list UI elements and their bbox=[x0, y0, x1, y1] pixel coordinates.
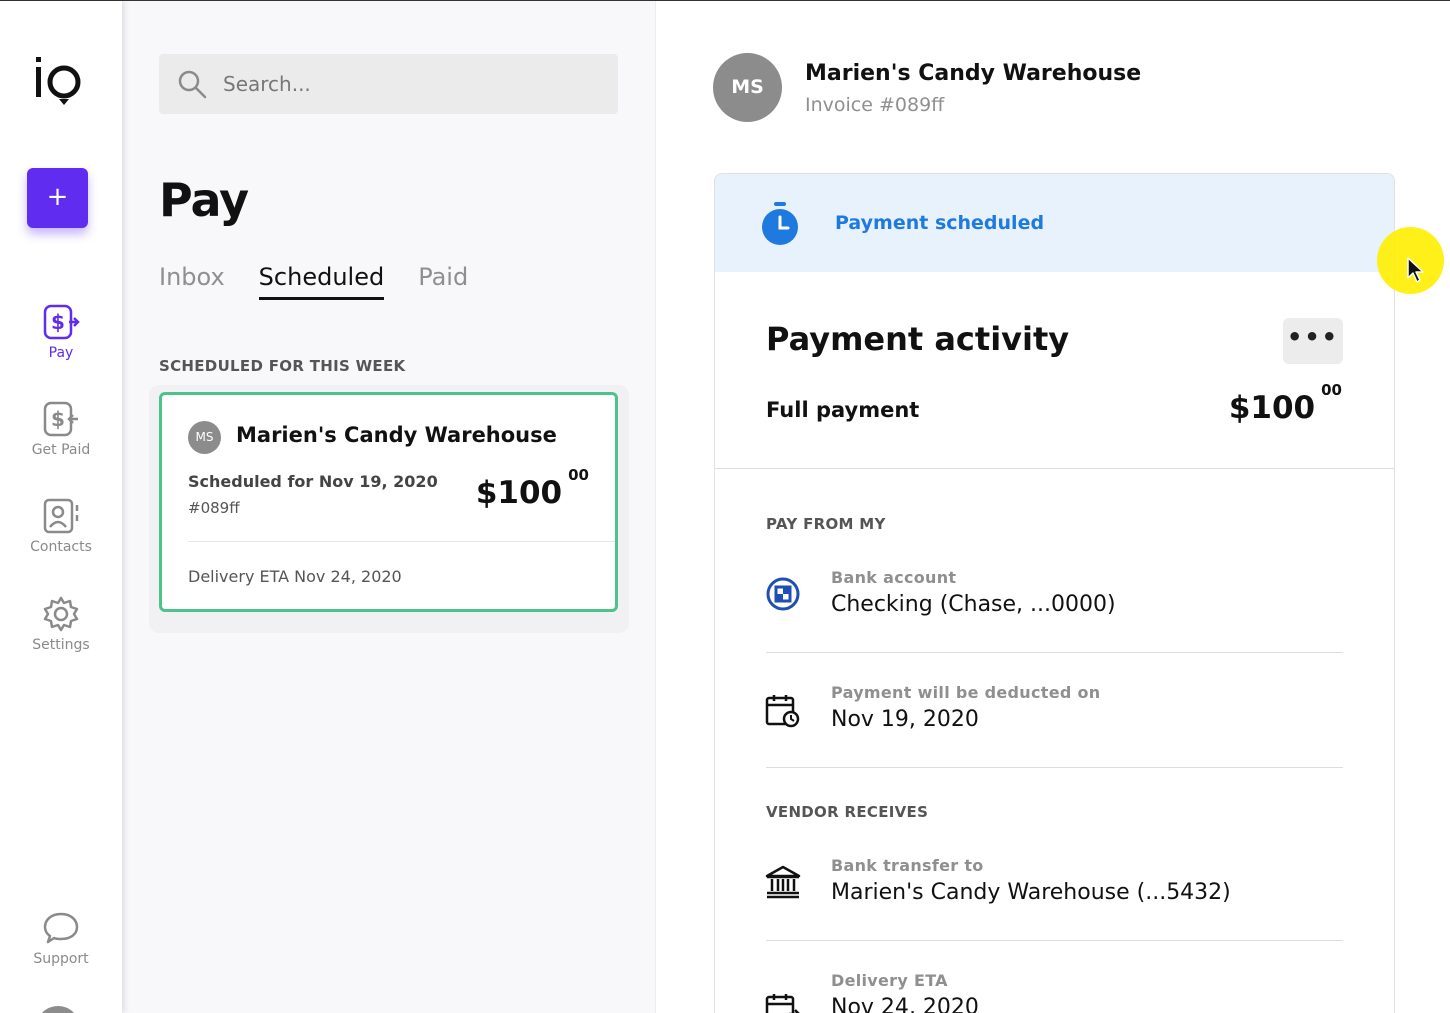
sidebar-item-pay[interactable]: $ Pay bbox=[0, 303, 122, 361]
vendor-receives-heading: VENDOR RECEIVES bbox=[766, 803, 929, 821]
gear-icon bbox=[43, 596, 79, 632]
card-amount-cents: 00 bbox=[568, 465, 589, 484]
card-amount-main: $100 bbox=[475, 475, 563, 511]
mouse-pointer-icon bbox=[1407, 257, 1424, 283]
tab-inbox[interactable]: Inbox bbox=[159, 263, 225, 300]
deduction-date-value: Nov 19, 2020 bbox=[831, 707, 979, 732]
payment-amount-cents: 00 bbox=[1321, 380, 1342, 399]
card-delivery-eta: Delivery ETA Nov 24, 2020 bbox=[188, 567, 402, 586]
scheduled-payment-card[interactable]: MS Marien's Candy Warehouse Scheduled fo… bbox=[159, 392, 618, 612]
search-icon bbox=[178, 70, 207, 99]
more-options-button[interactable]: ••• bbox=[1283, 318, 1343, 364]
row-divider bbox=[766, 652, 1343, 653]
bank-account-value: Checking (Chase, ...0000) bbox=[831, 592, 1116, 617]
deduction-date-caption: Payment will be deducted on bbox=[831, 683, 1101, 702]
search-box[interactable] bbox=[159, 54, 618, 114]
pay-from-heading: PAY FROM MY bbox=[766, 515, 886, 533]
panel-divider bbox=[715, 468, 1394, 469]
sidebar-item-label: Support bbox=[33, 951, 89, 967]
get-paid-dollar-icon: $ bbox=[43, 401, 78, 437]
tab-bar: Inbox Scheduled Paid bbox=[159, 263, 468, 300]
user-avatar[interactable] bbox=[36, 1006, 80, 1013]
activity-title: Payment activity bbox=[766, 320, 1070, 358]
delivery-eta-caption: Delivery ETA bbox=[831, 971, 948, 990]
card-invoice-number: #089ff bbox=[188, 499, 240, 517]
sidebar-item-label: Contacts bbox=[30, 539, 92, 555]
payables-list-pane: Pay Inbox Scheduled Paid SCHEDULED FOR T… bbox=[122, 1, 656, 1013]
pay-dollar-icon: $ bbox=[43, 304, 80, 340]
payment-panel: Payment scheduled Payment activity ••• F… bbox=[714, 173, 1395, 1013]
tab-paid[interactable]: Paid bbox=[418, 263, 468, 300]
add-new-button[interactable]: + bbox=[27, 168, 88, 228]
sidebar-item-settings[interactable]: Settings bbox=[0, 595, 122, 653]
sidebar-item-contacts[interactable]: Contacts bbox=[0, 497, 122, 555]
tab-scheduled[interactable]: Scheduled bbox=[258, 263, 385, 300]
bank-account-caption: Bank account bbox=[831, 568, 957, 587]
sidebar-item-get-paid[interactable]: $ Get Paid bbox=[0, 400, 122, 458]
vendor-name: Marien's Candy Warehouse bbox=[805, 61, 1142, 86]
vendor-avatar: MS bbox=[188, 421, 221, 454]
sidebar-item-label: Settings bbox=[32, 637, 90, 653]
status-banner: Payment scheduled bbox=[715, 174, 1394, 272]
section-heading: SCHEDULED FOR THIS WEEK bbox=[159, 357, 406, 375]
page-title: Pay bbox=[159, 173, 249, 227]
io-logo bbox=[36, 57, 81, 105]
row-divider bbox=[766, 767, 1343, 768]
stopwatch-icon bbox=[762, 202, 798, 245]
delivery-eta-value: Nov 24, 2020 bbox=[831, 995, 979, 1013]
card-amount: $100 00 bbox=[475, 466, 589, 511]
sidebar-item-label: Get Paid bbox=[31, 442, 91, 458]
payment-amount-main: $100 bbox=[1228, 390, 1316, 426]
status-text: Payment scheduled bbox=[835, 212, 1045, 234]
payment-amount: $100 00 bbox=[1228, 381, 1342, 426]
bank-transfer-value: Marien's Candy Warehouse (...5432) bbox=[831, 880, 1231, 905]
svg-text:$: $ bbox=[51, 310, 65, 334]
card-divider bbox=[188, 541, 615, 542]
sidebar-item-label: Pay bbox=[48, 345, 74, 361]
invoice-number: Invoice #089ff bbox=[805, 94, 945, 116]
bank-transfer-caption: Bank transfer to bbox=[831, 856, 984, 875]
sidebar-item-support[interactable]: Support bbox=[0, 909, 122, 967]
chat-bubble-icon bbox=[43, 912, 79, 944]
calendar-clock-icon bbox=[765, 695, 800, 728]
payment-detail-pane: MS Marien's Candy Warehouse Invoice #089… bbox=[656, 1, 1450, 1013]
full-payment-label: Full payment bbox=[766, 398, 920, 422]
delivery-calendar-icon bbox=[765, 994, 800, 1013]
card-vendor-name: Marien's Candy Warehouse bbox=[236, 423, 557, 447]
search-input[interactable] bbox=[223, 72, 603, 96]
row-divider bbox=[766, 940, 1343, 941]
contacts-icon bbox=[43, 498, 79, 534]
bank-building-icon bbox=[765, 865, 801, 899]
bank-account-icon bbox=[766, 577, 800, 611]
sidebar-nav: + $ Pay $ Get Paid Contacts Settings Sup… bbox=[0, 1, 122, 1013]
vendor-avatar: MS bbox=[713, 53, 782, 122]
svg-text:$: $ bbox=[51, 407, 65, 431]
card-scheduled-date: Scheduled for Nov 19, 2020 bbox=[188, 472, 438, 491]
